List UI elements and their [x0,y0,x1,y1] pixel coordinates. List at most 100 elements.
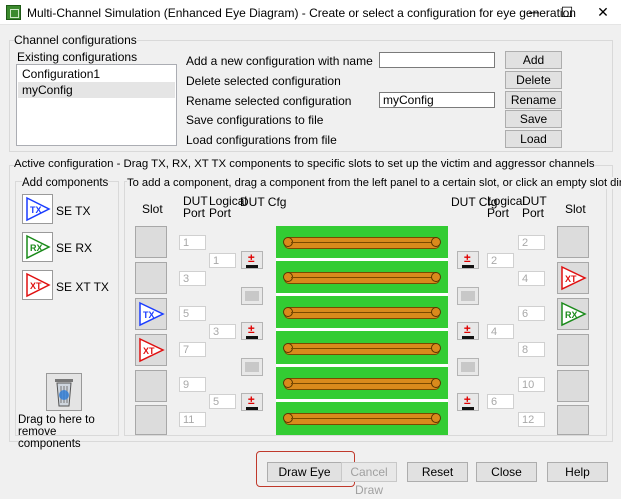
left-dut-port: 11 [179,412,206,427]
left-dut-cfg-empty[interactable] [241,358,263,376]
svg-text:TX: TX [30,205,42,215]
delete-button[interactable]: Delete [505,71,562,89]
plus-minus-icon: ± [464,322,471,336]
left-dut-port: 3 [179,271,206,286]
plus-minus-icon: ± [248,393,255,407]
minimize-icon[interactable]: ─ [519,0,549,25]
reset-button[interactable]: Reset [407,462,468,482]
app-icon [6,5,21,20]
right-dut-cfg-empty[interactable] [457,287,479,305]
right-slot-12[interactable] [557,405,589,435]
xt-icon: XT [26,272,51,298]
left-dut-cfg-button[interactable]: ± [241,393,263,411]
slot-left-header: Slot [142,202,163,216]
channel-trace [283,237,441,249]
maximize-icon[interactable]: ☐ [552,0,582,25]
left-logical-port: 3 [209,324,236,339]
channel-trace [283,378,441,390]
rename-button[interactable]: Rename [505,91,562,109]
channel-trace [283,343,441,355]
se-rx-label: SE RX [56,241,93,255]
right-dut-cfg-button[interactable]: ± [457,322,479,340]
right-logical-port: 4 [487,324,514,339]
svg-text:XT: XT [30,281,42,291]
load-config-label: Load configurations from file [186,133,337,147]
plus-minus-icon: ± [464,251,471,265]
right-logical-port: 6 [487,394,514,409]
save-config-label: Save configurations to file [186,113,324,127]
se-tx-component[interactable]: TX [22,194,53,224]
left-slot-11[interactable] [135,405,167,435]
instructions-label: To add a component, drag a component fro… [127,177,621,189]
right-dut-port: 12 [518,412,545,427]
svg-text:RX: RX [565,310,578,320]
svg-text:XT: XT [143,346,155,356]
rename-config-input[interactable]: myConfig [379,92,495,108]
right-dut-cfg-empty[interactable] [457,358,479,376]
help-button[interactable]: Help [547,462,608,482]
left-logical-port: 1 [209,253,236,268]
left-dut-cfg-button[interactable]: ± [241,322,263,340]
add-button[interactable]: Add [505,51,562,69]
se-xt-tx-label: SE XT TX [56,280,109,294]
trash-icon [55,379,73,407]
trash-drop-target[interactable] [46,373,82,411]
right-slot-4[interactable]: XT [557,262,589,294]
logical-port-left-header: Logical Port [209,194,248,220]
xt-icon: XT [561,265,587,291]
window-title: Multi-Channel Simulation (Enhanced Eye D… [27,6,576,20]
load-button[interactable]: Load [505,130,562,148]
list-item[interactable]: Configuration1 [18,66,175,82]
add-config-label: Add a new configuration with name [186,54,373,68]
right-slot-2[interactable] [557,226,589,258]
left-slot-9[interactable] [135,370,167,402]
save-button[interactable]: Save [505,110,562,128]
svg-text:TX: TX [143,310,155,320]
left-slot-7[interactable]: XT [135,334,167,366]
dut-port-right-header: DUT Port [522,194,547,220]
left-dut-cfg-button[interactable]: ± [241,251,263,269]
se-xt-tx-component[interactable]: XT [22,270,53,300]
right-logical-port: 2 [487,253,514,268]
configurations-list[interactable]: Configuration1 myConfig [16,64,177,146]
se-tx-label: SE TX [56,204,91,218]
list-item[interactable]: myConfig [18,82,175,98]
plus-minus-icon: ± [248,251,255,265]
existing-configurations-label: Existing configurations [17,50,138,64]
left-slot-1[interactable] [135,226,167,258]
right-dut-port: 6 [518,306,545,321]
left-dut-port: 1 [179,235,206,250]
rx-icon: RX [561,301,587,327]
left-dut-cfg-empty[interactable] [241,287,263,305]
rx-icon: RX [26,234,51,260]
cancel-draw-button[interactable]: Cancel Draw [341,462,397,497]
svg-text:RX: RX [30,243,43,253]
channel-trace [283,307,441,319]
right-dut-cfg-button[interactable]: ± [457,251,479,269]
close-icon[interactable]: ✕ [588,0,618,25]
plus-minus-icon: ± [248,322,255,336]
plus-minus-icon: ± [464,393,471,407]
xt-icon: XT [139,337,165,363]
right-slot-6[interactable]: RX [557,298,589,330]
new-config-name-input[interactable] [379,52,495,68]
tx-icon: TX [26,196,51,222]
draw-eye-button[interactable]: Draw Eye [267,462,342,482]
close-button[interactable]: Close [476,462,537,482]
right-slot-10[interactable] [557,370,589,402]
left-slot-5[interactable]: TX [135,298,167,330]
right-slot-8[interactable] [557,334,589,366]
dut-port-left-header: DUT Port [183,194,208,220]
tx-icon: TX [139,301,165,327]
logical-port-right-header: Logical Port [487,194,526,220]
left-logical-port: 5 [209,394,236,409]
left-dut-port: 7 [179,342,206,357]
se-rx-component[interactable]: RX [22,232,53,262]
channel-trace [283,272,441,284]
right-dut-port: 4 [518,271,545,286]
left-dut-port: 5 [179,306,206,321]
slot-right-header: Slot [565,202,586,216]
left-slot-3[interactable] [135,262,167,294]
channel-trace [283,413,441,425]
right-dut-cfg-button[interactable]: ± [457,393,479,411]
